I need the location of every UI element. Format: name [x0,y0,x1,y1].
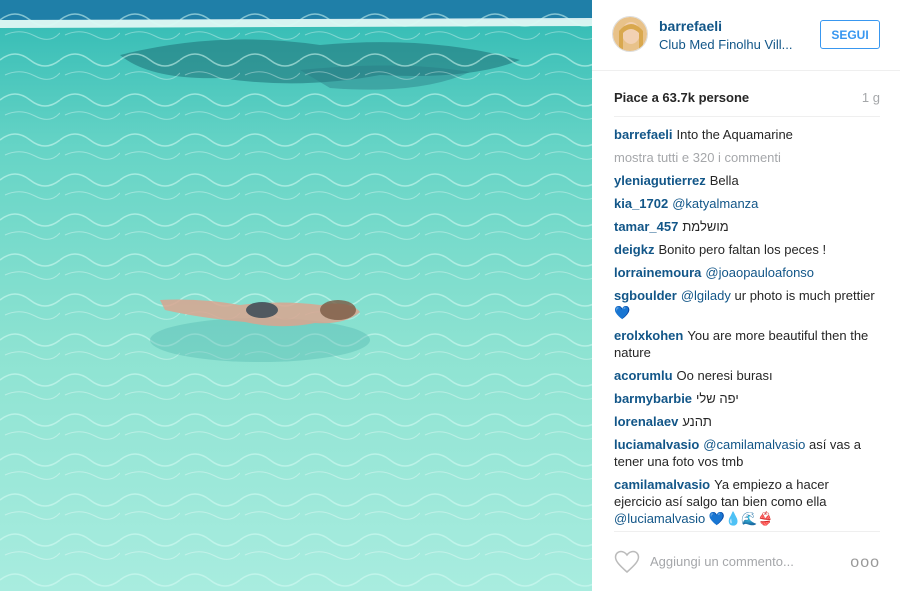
post-username[interactable]: barrefaeli [659,18,722,34]
blue-heart-emoji: 💙 [614,305,631,320]
comment-username[interactable]: sgboulder [614,288,677,303]
post-location[interactable]: Club Med Finolhu Vill... [659,37,792,52]
comment-username[interactable]: barmybarbie [614,391,692,406]
comment-username[interactable]: barrefaeli [614,127,673,142]
comment-username[interactable]: deigkz [614,242,654,257]
comment-item: lorenalaev תהנע [614,413,880,430]
post-header: barrefaeli Club Med Finolhu Vill... SEGU… [592,0,900,71]
comment-text: Bonito pero faltan los peces ! [658,242,827,257]
avatar-image [613,17,647,51]
comment-username[interactable]: kia_1702 [614,196,668,211]
divider [614,116,880,117]
heart-outline-icon[interactable] [614,550,640,574]
comment-text: Oo neresi burası [676,368,773,383]
comment-item: luciamalvasio @camilamalvasio así vas a t… [614,436,880,470]
avatar[interactable] [612,16,648,52]
comment-text: Into the Aquamarine [676,127,793,142]
comment-username[interactable]: acorumlu [614,368,673,383]
comment-username[interactable]: yleniagutierrez [614,173,706,188]
follow-button[interactable]: SEGUI [820,20,880,49]
comment-username[interactable]: lorrainemoura [614,265,701,280]
comment-item: yleniagutierrez Bella [614,172,880,189]
comment-text: יפה שלי [696,391,739,406]
comment-username[interactable]: lorenalaev [614,414,678,429]
comment-mention[interactable]: @lgilady [681,288,731,303]
comment-item: camilamalvasio Ya empiezo a hacer ejercic… [614,476,880,527]
post-photo[interactable] [0,0,592,591]
comment-mention[interactable]: @katyalmanza [672,196,758,211]
comment-mention[interactable]: @camilamalvasio [703,437,805,452]
likes-count[interactable]: Piace a 63.7k persone [614,90,749,105]
comment-text: תהנע [682,414,712,429]
comments-panel: barrefaeli Club Med Finolhu Vill... SEGU… [592,0,900,591]
comment-text: מושלמת [682,219,729,234]
comment-username[interactable]: erolxkohen [614,328,683,343]
comment-item: erolxkohen You are more beautiful then th… [614,327,880,361]
comment-item: tamar_457 מושלמת [614,218,880,235]
comment-text: Bella [709,173,739,188]
caption: barrefaeli Into the Aquamarine [614,126,880,143]
post-time[interactable]: 1 g [862,90,880,105]
comment-username[interactable]: luciamalvasio [614,437,699,452]
comment-username[interactable]: tamar_457 [614,219,678,234]
comment-item: lorrainemoura @joaopauloafonso [614,264,880,281]
add-comment-input[interactable]: Aggiungi un commento... [650,554,794,569]
comment-item: deigkz Bonito pero faltan los peces ! [614,241,880,258]
comment-mention[interactable]: @luciamalvasio [614,511,705,526]
comment-item: acorumlu Oo neresi burası [614,367,880,384]
comment-text: ur photo is much prettier [734,288,875,303]
comment-mention[interactable]: @joaopauloafonso [705,265,814,280]
comment-item: sgboulder @lgilady ur photo is much prett… [614,287,880,321]
photo-image [0,0,592,591]
comment-footer: Aggiungi un commento... ooo [614,531,880,592]
comment-username[interactable]: camilamalvasio [614,477,710,492]
likes-row: Piace a 63.7k persone 1 g [614,90,880,105]
show-all-comments-link[interactable]: mostra tutti e 320 i commenti [614,149,880,166]
comments-list: barrefaeli Into the Aquamarine mostra tut… [614,126,880,533]
comment-item: barmybarbie יפה שלי [614,390,880,407]
comment-item: kia_1702 @katyalmanza [614,195,880,212]
comment-emoji: 💙💧🌊👙 [708,511,774,526]
ellipsis-icon[interactable]: ooo [850,554,880,572]
